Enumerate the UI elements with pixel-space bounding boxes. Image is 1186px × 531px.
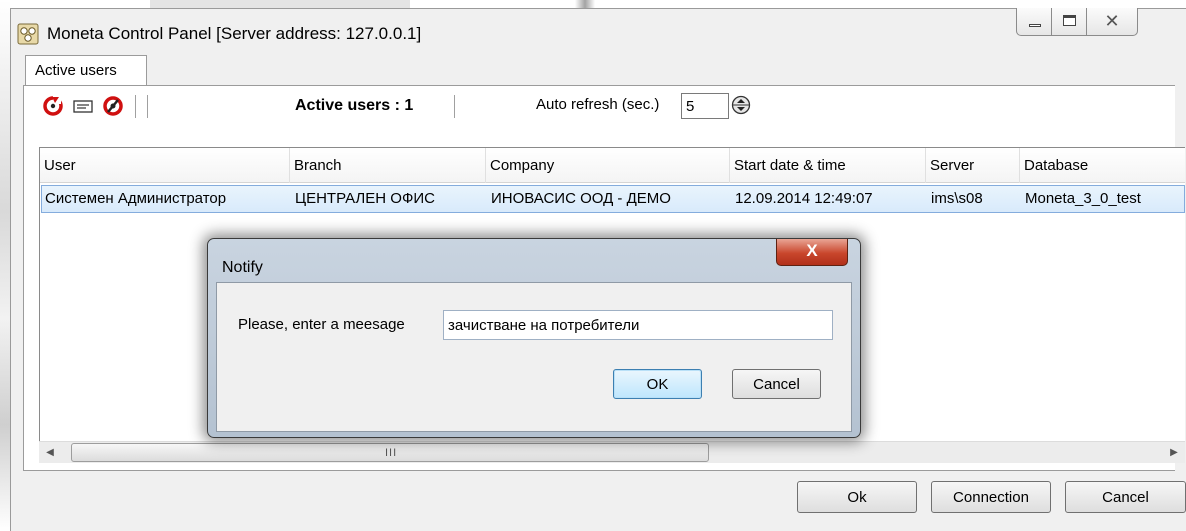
- minimize-button[interactable]: [1016, 8, 1052, 36]
- column-header-branch[interactable]: Branch: [290, 148, 486, 183]
- dialog-title: Notify: [222, 259, 263, 276]
- column-header-label: Database: [1024, 157, 1089, 174]
- scroll-right-icon[interactable]: ▶: [1163, 442, 1185, 464]
- toolbar-separator: [147, 95, 149, 118]
- auto-refresh-label: Auto refresh (sec.): [536, 96, 660, 113]
- column-header-label: Company: [490, 157, 555, 174]
- column-header-company[interactable]: Company: [486, 148, 730, 183]
- disconnect-icon[interactable]: [102, 94, 124, 118]
- cell-server: ims\s08: [931, 190, 983, 207]
- cell-start-date: 12.09.2014 12:49:07: [735, 190, 873, 207]
- close-icon: X: [806, 241, 818, 260]
- column-header-label: User: [44, 157, 76, 174]
- close-icon: ✕: [1104, 11, 1120, 31]
- window-title: Moneta Control Panel [Server address: 12…: [47, 24, 422, 43]
- notify-dialog: Notify X Please, enter a meesage OK Canc…: [207, 238, 861, 438]
- tab-label: Active users: [35, 62, 117, 79]
- toolbar-separator: [454, 95, 456, 118]
- app-icon: [17, 23, 39, 45]
- connection-button[interactable]: Connection: [931, 481, 1051, 513]
- horizontal-scrollbar[interactable]: ◀ III ▶: [39, 441, 1185, 463]
- title-bar[interactable]: Moneta Control Panel [Server address: 12…: [11, 9, 1186, 57]
- grid-header: User Branch Company Start date & time Se…: [40, 148, 1185, 183]
- close-button[interactable]: ✕: [1086, 8, 1138, 36]
- cell-branch: ЦЕНТРАЛЕН ОФИС: [295, 190, 435, 207]
- cell-user: Системен Администратор: [45, 190, 227, 207]
- message-icon[interactable]: [71, 94, 95, 118]
- scroll-left-icon[interactable]: ◀: [39, 442, 61, 464]
- message-prompt-label: Please, enter a meesage: [238, 316, 405, 333]
- message-input[interactable]: [443, 310, 833, 340]
- cell-company: ИНОВАСИС ООД - ДЕМО: [491, 190, 671, 207]
- column-header-database[interactable]: Database: [1020, 148, 1186, 183]
- auto-refresh-input[interactable]: [681, 93, 729, 119]
- dialog-cancel-button[interactable]: Cancel: [732, 369, 821, 399]
- desktop-background-left: [0, 0, 10, 531]
- dialog-ok-button[interactable]: OK: [613, 369, 702, 399]
- refresh-icon[interactable]: [42, 94, 64, 118]
- column-header-server[interactable]: Server: [926, 148, 1020, 183]
- minimize-icon: [1029, 24, 1041, 27]
- cell-database: Moneta_3_0_test: [1025, 190, 1141, 207]
- ok-button[interactable]: Ok: [797, 481, 917, 513]
- scrollbar-thumb[interactable]: III: [71, 443, 709, 462]
- scrollbar-grip: III: [385, 447, 398, 459]
- spinner-icon[interactable]: [731, 95, 751, 115]
- tab-active-users[interactable]: Active users: [25, 55, 147, 86]
- column-header-label: Branch: [294, 157, 342, 174]
- column-header-user[interactable]: User: [40, 148, 290, 183]
- dialog-close-button[interactable]: X: [776, 239, 848, 266]
- active-users-count: Active users : 1: [295, 97, 414, 114]
- column-header-label: Server: [930, 157, 975, 174]
- maximize-button[interactable]: [1051, 8, 1087, 36]
- maximize-icon: [1063, 15, 1076, 26]
- cancel-button[interactable]: Cancel: [1065, 481, 1186, 513]
- table-row[interactable]: Системен Администратор ЦЕНТРАЛЕН ОФИС ИН…: [41, 185, 1185, 213]
- column-header-start-date[interactable]: Start date & time: [730, 148, 926, 183]
- dialog-body: Please, enter a meesage OK Cancel: [216, 282, 852, 432]
- toolbar-separator: [135, 95, 137, 118]
- column-header-label: Start date & time: [734, 157, 846, 174]
